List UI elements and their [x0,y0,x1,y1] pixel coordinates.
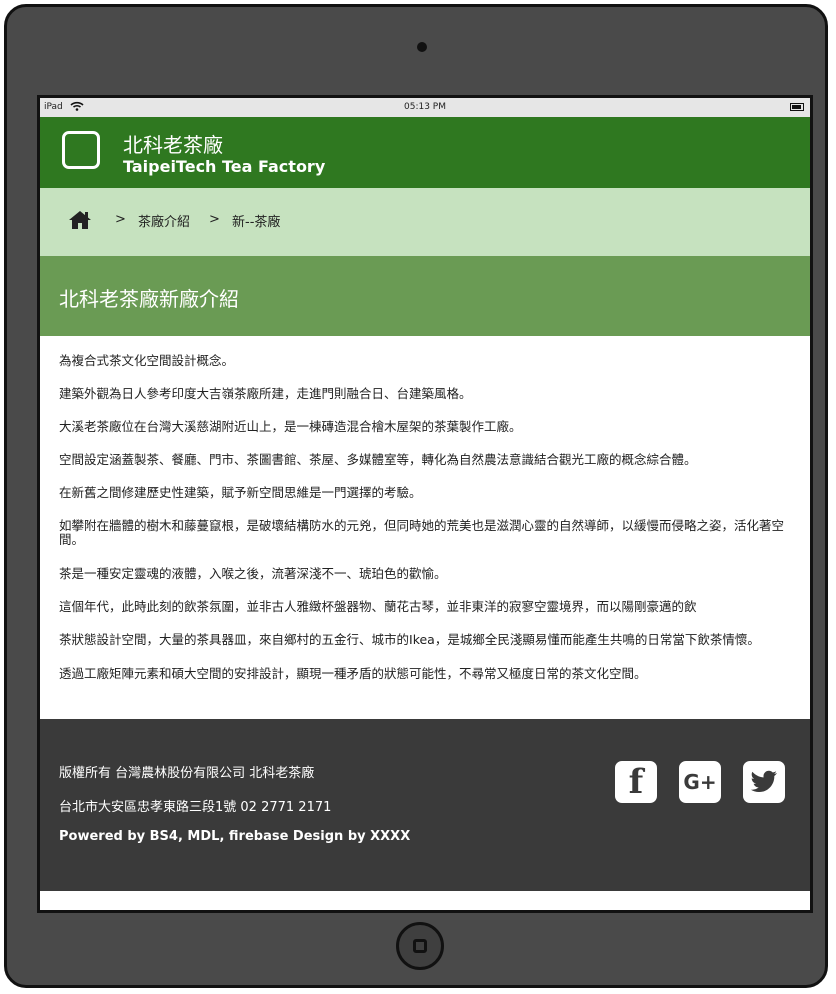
status-bar: iPad 05:13 PM [40,98,810,117]
paragraph: 在新舊之間修建歷史性建築，賦予新空間思維是一門選擇的考驗。 [59,485,422,500]
brand-name-en[interactable]: TaipeiTech Tea Factory [123,157,325,176]
breadcrumb: > 茶廠介紹 > 新--茶廠 [40,188,810,256]
ipad-frame: iPad 05:13 PM 北科老茶廠 TaipeiTech Tea Facto… [4,4,828,988]
front-camera [417,42,427,52]
google-plus-icon[interactable]: G+ [679,761,721,803]
breadcrumb-item-tea-factory-intro[interactable]: 茶廠介紹 [138,211,190,230]
breadcrumb-separator: > [115,212,126,227]
brand-name-zh[interactable]: 北科老茶廠 [123,129,223,158]
footer-address: 台北市大安區忠孝東路三段1號 02 2771 2171 [59,800,332,815]
twitter-icon[interactable] [743,761,785,803]
paragraph: 這個年代，此時此刻的飲茶氛圍，並非古人雅緻杯盤器物、蘭花古琴，並非東洋的寂寥空靈… [59,599,697,614]
home-icon[interactable] [68,210,92,230]
footer-powered-by: Powered by BS4, MDL, firebase Design by … [59,829,411,844]
paragraph: 透過工廠矩陣元素和碩大空間的安排設計，顯現一種矛盾的狀態可能性，不尋常又極度日常… [59,666,647,681]
footer-copyright: 版權所有 台灣農林股份有限公司 北科老茶廠 [59,766,315,781]
site-footer: 版權所有 台灣農林股份有限公司 北科老茶廠 台北市大安區忠孝東路三段1號 02 … [40,719,810,891]
paragraph: 茶是一種安定靈魂的液體，入喉之後，流著深淺不一、琥珀色的歡愉。 [59,566,447,581]
section-header: 北科老茶廠新廠介紹 [40,256,810,336]
site-logo[interactable] [62,131,100,169]
paragraph: 如攀附在牆體的樹木和藤蔓竄根，是破壞結構防水的元兇，但同時她的荒美也是滋潤心靈的… [59,518,785,547]
site-header: 北科老茶廠 TaipeiTech Tea Factory [40,117,810,188]
home-button-square-icon [413,939,427,953]
home-button[interactable] [396,922,444,970]
status-time: 05:13 PM [404,102,446,112]
facebook-icon[interactable]: f [615,761,657,803]
paragraph: 茶狀態設計空間，大量的茶具器皿，來自鄉村的五金行、城市的Ikea，是城鄉全民淺顯… [59,632,760,647]
paragraph: 為複合式茶文化空間設計概念。 [59,353,235,368]
page-title: 北科老茶廠新廠介紹 [59,287,239,311]
breadcrumb-item-new-factory[interactable]: 新--茶廠 [232,211,280,230]
paragraph: 空間設定涵蓋製茶、餐廳、門市、茶圖書館、茶屋、多媒體室等，轉化為自然農法意識結合… [59,452,697,467]
article-content: 為複合式茶文化空間設計概念。 建築外觀為日人參考印度大吉嶺茶廠所建，走進門則融合… [40,336,810,719]
battery-icon [790,103,804,111]
paragraph: 建築外觀為日人參考印度大吉嶺茶廠所建，走進門則融合日、台建築風格。 [59,386,472,401]
paragraph: 大溪老茶廠位在台灣大溪慈湖附近山上，是一棟磚造混合檜木屋架的茶葉製作工廠。 [59,419,522,434]
breadcrumb-separator: > [209,212,220,227]
screen: iPad 05:13 PM 北科老茶廠 TaipeiTech Tea Facto… [37,95,813,913]
